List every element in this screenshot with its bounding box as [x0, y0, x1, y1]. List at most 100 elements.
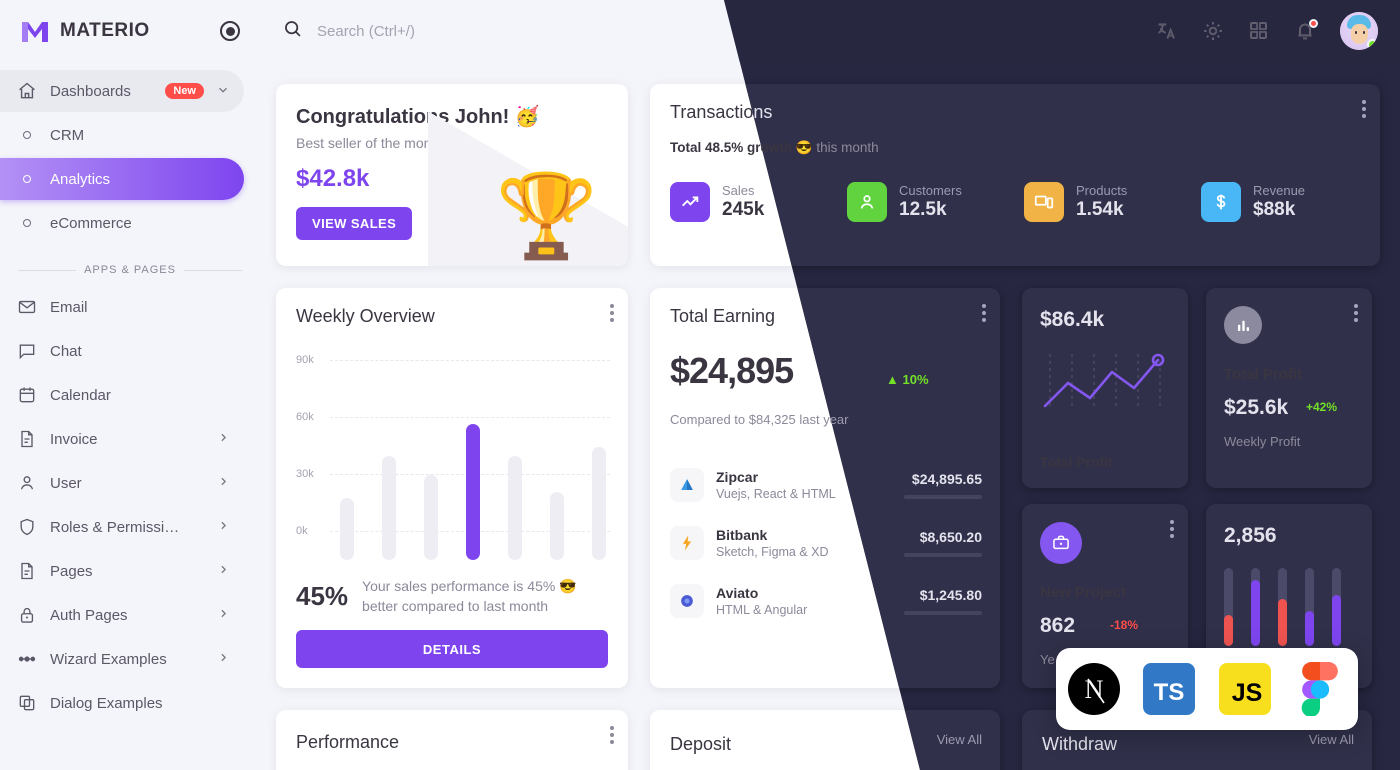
chevron-right-icon [217, 563, 230, 579]
total-earning-amount: $24,895 [670, 350, 794, 391]
performance-description: Your sales performance is 45% 😎 better c… [362, 578, 577, 615]
details-button[interactable]: DETAILS [296, 630, 608, 668]
new-project-menu-button[interactable] [1170, 520, 1174, 541]
sidebar-item-calendar[interactable]: Calendar [0, 374, 244, 416]
company-stack: HTML & Angular [716, 603, 808, 617]
performance-title: Performance [296, 732, 400, 752]
company-name: Aviato [716, 585, 759, 601]
new-project-footer: Ye [1040, 652, 1055, 667]
sidebar-item-label: Dialog Examples [50, 694, 163, 712]
sidebar-item-wizard-examples[interactable]: Wizard Examples [0, 638, 244, 680]
trending-up-icon [670, 182, 710, 222]
bar [592, 447, 606, 560]
sidebar-item-user[interactable]: User [0, 462, 244, 504]
search-bar[interactable]: Search (Ctrl+/) [282, 18, 1156, 44]
figma-logo-icon[interactable] [1294, 662, 1346, 716]
sidebar-item-ecommerce[interactable]: eCommerce [0, 202, 244, 244]
sidebar-dashboards-list: CRM Analytics eCommerce [0, 114, 260, 244]
brand-header: MATERIO [0, 0, 260, 62]
javascript-logo-icon[interactable]: JS [1218, 663, 1271, 715]
briefcase-icon [1040, 522, 1082, 564]
search-icon [282, 18, 303, 44]
total-earning-delta-value: 10% [902, 372, 929, 387]
sidebar-section-apps-pages: APPS & PAGES [0, 246, 260, 284]
notification-bell-icon[interactable] [1294, 19, 1318, 42]
view-sales-button[interactable]: VIEW SALES [296, 207, 413, 240]
company-stack: Vuejs, React & HTML [716, 487, 836, 501]
weekly-overview-menu-button[interactable] [610, 304, 614, 325]
transactions-menu-button[interactable] [1362, 100, 1366, 121]
y-tick-30k: 30k [296, 468, 314, 480]
total-earning-menu-button[interactable] [982, 304, 986, 325]
sidebar-item-crm[interactable]: CRM [0, 114, 244, 156]
stat-label: Sales [722, 183, 755, 198]
new-project-amount: 862 [1040, 614, 1076, 637]
bar [382, 456, 396, 560]
document-icon [16, 560, 38, 582]
bar [340, 498, 354, 560]
chevron-right-icon [217, 475, 230, 491]
translate-icon[interactable] [1156, 20, 1178, 42]
search-input[interactable]: Search (Ctrl+/) [317, 23, 415, 40]
circle-icon [16, 124, 38, 146]
company-name: Bitbank [716, 527, 768, 543]
congratulations-card: Congratulations John! 🥳 Best seller of t… [276, 84, 628, 266]
withdraw-view-all-link[interactable]: View All [1309, 732, 1354, 747]
weekly-profit-title: Total Profit [1224, 366, 1303, 383]
sidebar-item-email[interactable]: Email [0, 286, 244, 328]
stat-label: Customers [899, 183, 962, 198]
weekly-overview-title: Weekly Overview [296, 306, 435, 326]
sidebar-item-label: Chat [50, 342, 82, 360]
sidebar-item-label: Invoice [50, 430, 98, 448]
stat-value: 245k [722, 199, 765, 220]
sidebar-item-invoice[interactable]: Invoice [0, 418, 244, 460]
bar [508, 456, 522, 560]
sidebar-item-dialog-examples[interactable]: Dialog Examples [0, 682, 244, 724]
performance-menu-button[interactable] [610, 726, 614, 747]
weekly-profit-menu-button[interactable] [1354, 304, 1358, 325]
sidebar-item-roles-permissions[interactable]: Roles & Permissi… [0, 506, 244, 548]
sidebar-section-label: APPS & PAGES [84, 264, 176, 276]
weekly-overview-summary: 45% Your sales performance is 45% 😎 bett… [296, 576, 608, 617]
typescript-logo-icon[interactable]: TS [1143, 663, 1196, 715]
total-earning-delta: ▲ 10% [886, 372, 929, 387]
avatar[interactable] [1340, 12, 1378, 50]
apps-grid-icon[interactable] [1248, 20, 1270, 42]
sidebar-item-label: CRM [50, 126, 85, 144]
stat-revenue: Revenue $88k [1201, 182, 1360, 222]
sidebar-item-chat[interactable]: Chat [0, 330, 244, 372]
weekly-overview-bars [340, 390, 606, 560]
sidebar-group-dashboards[interactable]: Dashboards New [0, 70, 244, 112]
company-stack: Sketch, Figma & XD [716, 545, 829, 559]
svg-text:JS: JS [1231, 679, 1262, 707]
sidebar-new-badge: New [165, 83, 204, 99]
notification-badge-dot [1309, 19, 1318, 28]
theme-sun-icon[interactable] [1202, 20, 1224, 42]
total-profit-amount: $86.4k [1040, 308, 1105, 331]
chat-bubble-icon [16, 340, 38, 362]
bar-fill [1332, 595, 1341, 646]
sidebar-collapse-toggle-icon[interactable] [220, 21, 240, 41]
sidebar-item-auth-pages[interactable]: Auth Pages [0, 594, 244, 636]
top-header: Search (Ctrl+/) [260, 0, 1400, 62]
sidebar-apps-list: Email Chat Calendar Invoice User [0, 286, 260, 724]
arrow-up-icon: ▲ [886, 372, 899, 387]
nextjs-logo-icon[interactable]: N [1067, 663, 1120, 715]
sidebar-item-label: Pages [50, 562, 93, 580]
total-profit-label: Total Profit [1040, 454, 1113, 470]
sidebar-item-analytics[interactable]: Analytics [0, 158, 244, 200]
stat-label: Products [1076, 183, 1128, 198]
stat-value: 12.5k [899, 199, 947, 220]
deposit-view-all-link[interactable]: View All [937, 732, 982, 747]
stat-value: 1.54k [1076, 199, 1124, 220]
sidebar-item-pages[interactable]: Pages [0, 550, 244, 592]
bar-track [1251, 568, 1260, 646]
company-value: $1,245.80 [919, 587, 982, 603]
weekly-profit-amount: $25.6k [1224, 396, 1289, 419]
y-tick-60k: 60k [296, 411, 314, 423]
dots-line-icon [16, 648, 38, 670]
tech-logos-bar: N TS JS [1056, 648, 1358, 730]
materio-logo-icon [20, 18, 50, 44]
user-icon [847, 182, 887, 222]
company-value: $8,650.20 [919, 529, 982, 545]
